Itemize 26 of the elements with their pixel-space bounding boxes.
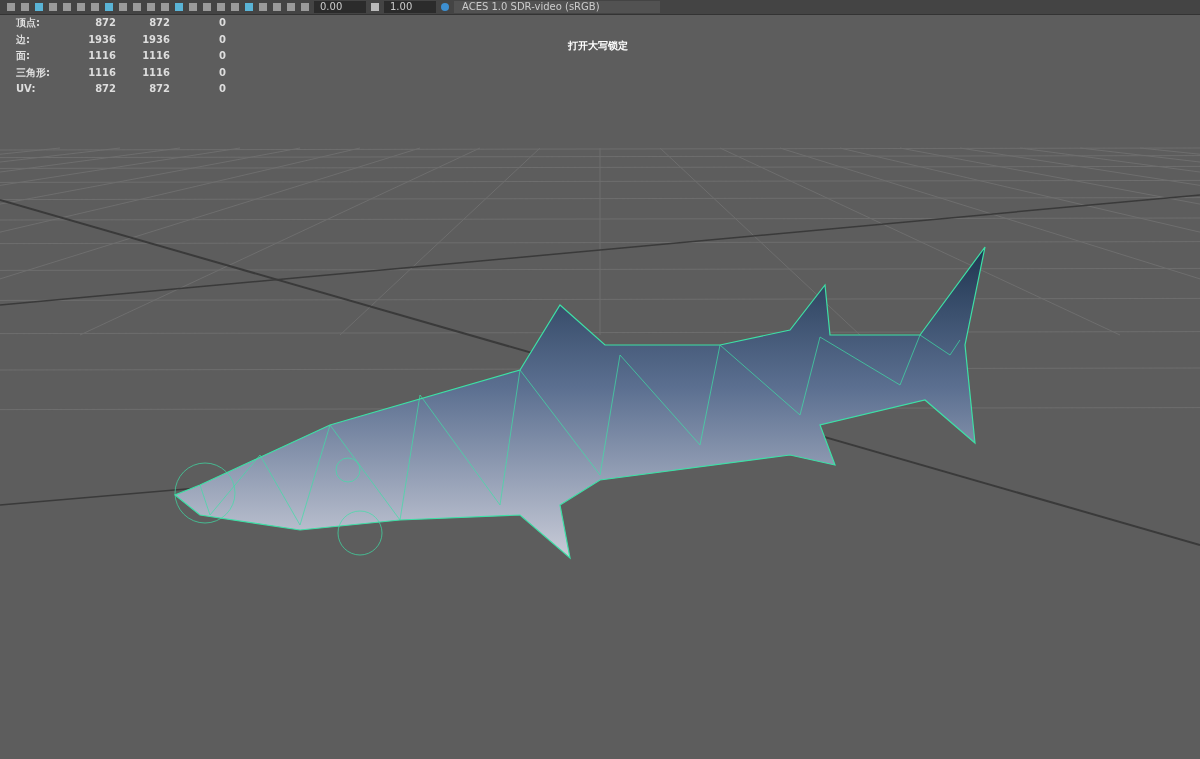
stat-label: 三角形:: [16, 66, 51, 80]
stat-label: 面:: [16, 50, 31, 63]
stat-value: 0: [218, 17, 226, 30]
stat-value: 872: [94, 83, 116, 96]
stat-value: 1116: [87, 66, 116, 80]
color-space-dropdown[interactable]: ACES 1.0 SDR-video (sRGB): [454, 1, 660, 13]
stat-value: 1936: [141, 33, 170, 47]
stat-value: 1116: [141, 50, 170, 63]
viewport-message: 打开大写锁定: [568, 39, 628, 53]
stat-value: 0: [218, 66, 226, 80]
stat-value: 1116: [87, 50, 116, 63]
exposure-field[interactable]: 0.00: [314, 1, 366, 13]
stat-label: UV:: [16, 83, 37, 96]
gamma-icon[interactable]: [370, 2, 380, 12]
stat-value: 0: [218, 83, 226, 96]
stat-value: 0: [218, 50, 226, 63]
stat-value: 1116: [141, 66, 170, 80]
stat-value: 872: [148, 83, 170, 96]
stat-label: 边:: [16, 33, 31, 47]
stat-label: 顶点:: [16, 17, 41, 30]
gamma-field[interactable]: 1.00: [384, 1, 436, 13]
stat-value: 872: [94, 17, 116, 30]
color-space-icon[interactable]: [440, 2, 450, 12]
stat-value: 1936: [87, 33, 116, 47]
stat-value: 872: [148, 17, 170, 30]
stat-value: 0: [218, 33, 226, 47]
